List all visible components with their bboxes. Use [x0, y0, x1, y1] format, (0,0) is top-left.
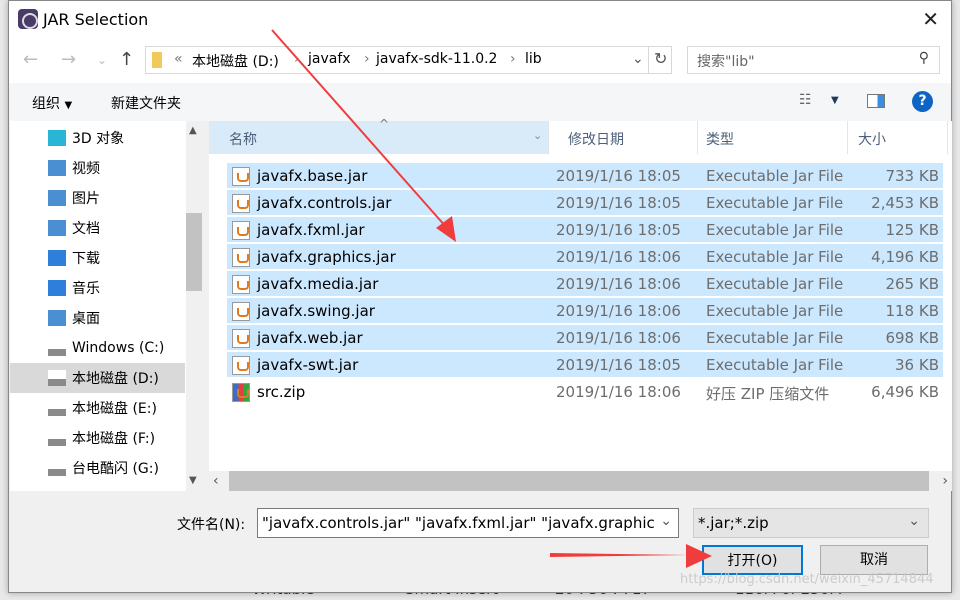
- arrow-to-open-button: [550, 544, 712, 568]
- annotation-arrows: [271, 29, 712, 568]
- arrow-to-files: [271, 29, 456, 242]
